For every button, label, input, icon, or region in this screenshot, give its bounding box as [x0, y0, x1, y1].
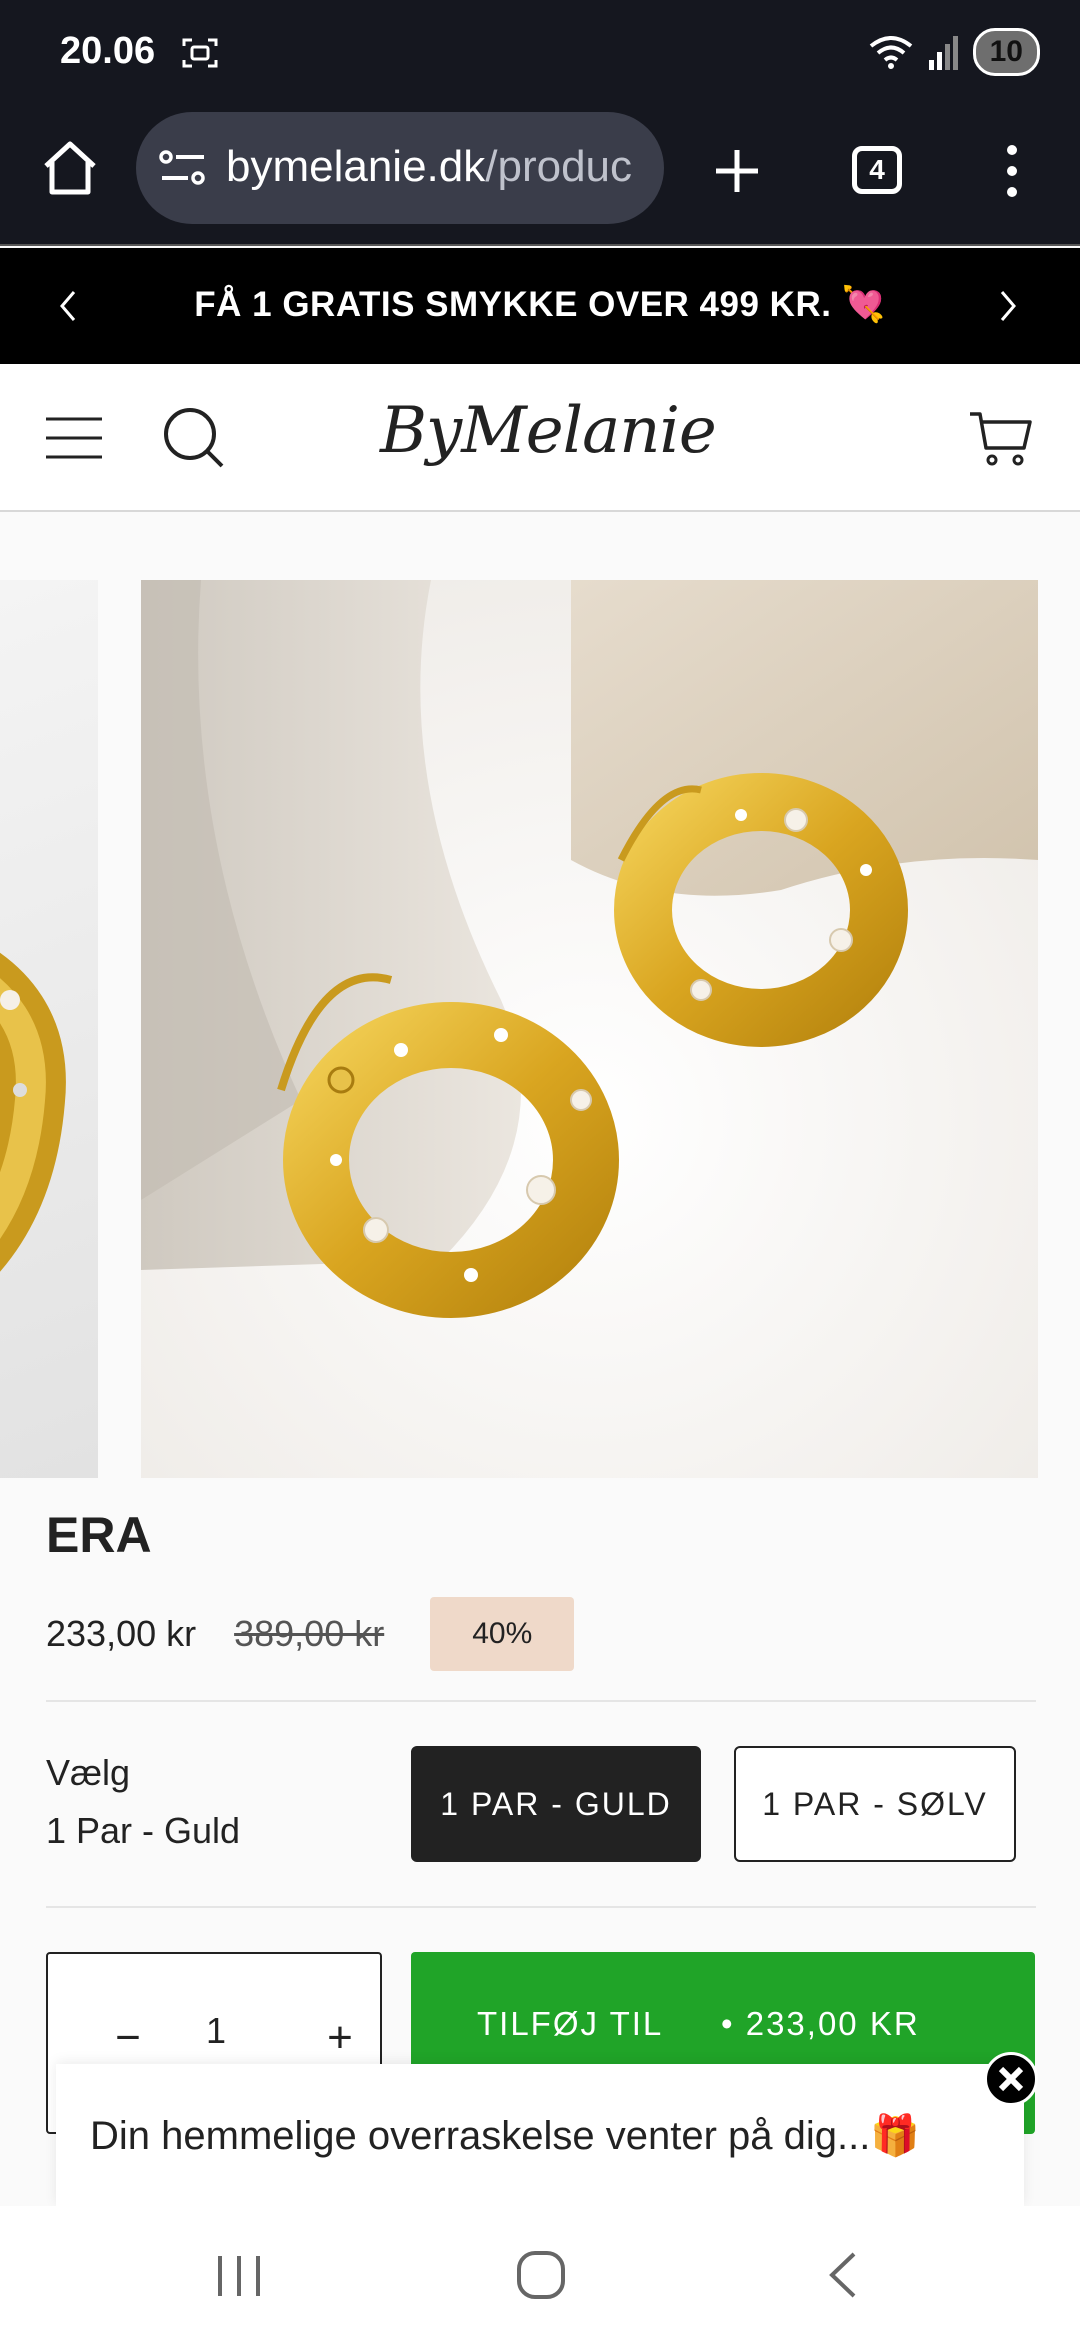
status-time: 20.06	[60, 30, 156, 72]
more-menu-icon[interactable]	[1000, 144, 1024, 198]
product-title: ERA	[46, 1507, 152, 1563]
status-bar: 20.06 10	[0, 0, 1080, 110]
signal-icon	[928, 36, 958, 70]
store-header: ByMelanie	[0, 364, 1080, 512]
main-product-image[interactable]	[141, 580, 1038, 1478]
popup-close-button[interactable]	[984, 2052, 1038, 2106]
variant-option-silver[interactable]: 1 PAR - SØLV	[734, 1746, 1016, 1862]
discount-badge: 40%	[430, 1597, 575, 1671]
new-tab-icon[interactable]	[712, 146, 762, 196]
variant-label: Vælg	[46, 1752, 131, 1793]
hamburger-menu-icon[interactable]	[46, 416, 102, 460]
product-gallery[interactable]	[0, 580, 1080, 1478]
popup-text: Din hemmelige overraskelse venter på dig…	[90, 2114, 921, 2158]
quantity-increase-button[interactable]: +	[310, 2008, 370, 2068]
status-icons: 10	[867, 28, 1040, 76]
add-to-cart-price: • 233,00 KR	[721, 2005, 920, 2042]
divider	[46, 1700, 1036, 1702]
screenshot-icon	[182, 38, 218, 68]
price-row: 233,00 kr 389,00 kr 40%	[46, 1596, 575, 1672]
cart-icon[interactable]	[968, 408, 1032, 468]
browser-toolbar: bymelanie.dk/produc 4	[0, 110, 1080, 246]
previous-product-image[interactable]	[0, 580, 98, 1478]
address-bar[interactable]: bymelanie.dk/produc	[136, 112, 664, 224]
announcement-text: FÅ 1 GRATIS SMYKKE OVER 499 KR. 💘	[194, 285, 886, 324]
close-icon	[998, 2066, 1024, 2092]
home-button-icon[interactable]	[516, 2250, 566, 2300]
search-icon[interactable]	[160, 404, 226, 470]
recent-apps-icon[interactable]	[216, 2254, 262, 2298]
store-logo[interactable]: ByMelanie	[380, 394, 717, 468]
system-navigation-bar	[0, 2206, 1080, 2340]
url-text: bymelanie.dk/produc	[226, 142, 633, 191]
home-icon[interactable]	[40, 140, 100, 196]
divider	[46, 1906, 1036, 1908]
back-icon[interactable]	[826, 2252, 858, 2298]
variant-selected-value: 1 Par - Guld	[46, 1810, 241, 1851]
surprise-popup[interactable]: Din hemmelige overraskelse venter på dig…	[56, 2064, 1024, 2206]
compare-price: 389,00 kr	[234, 1613, 385, 1654]
quantity-decrease-button[interactable]: −	[98, 2008, 158, 2068]
tab-switcher-button[interactable]: 4	[852, 146, 902, 194]
battery-indicator: 10	[972, 28, 1040, 76]
variant-option-gold[interactable]: 1 PAR - GULD	[411, 1746, 701, 1862]
wifi-icon	[869, 36, 912, 69]
quantity-value[interactable]: 1	[198, 2010, 234, 2052]
announcement-bar: FÅ 1 GRATIS SMYKKE OVER 499 KR. 💘	[0, 248, 1080, 364]
site-settings-icon[interactable]	[158, 148, 208, 188]
sale-price: 233,00 kr	[46, 1613, 197, 1654]
chevron-right-icon[interactable]	[998, 290, 1018, 322]
